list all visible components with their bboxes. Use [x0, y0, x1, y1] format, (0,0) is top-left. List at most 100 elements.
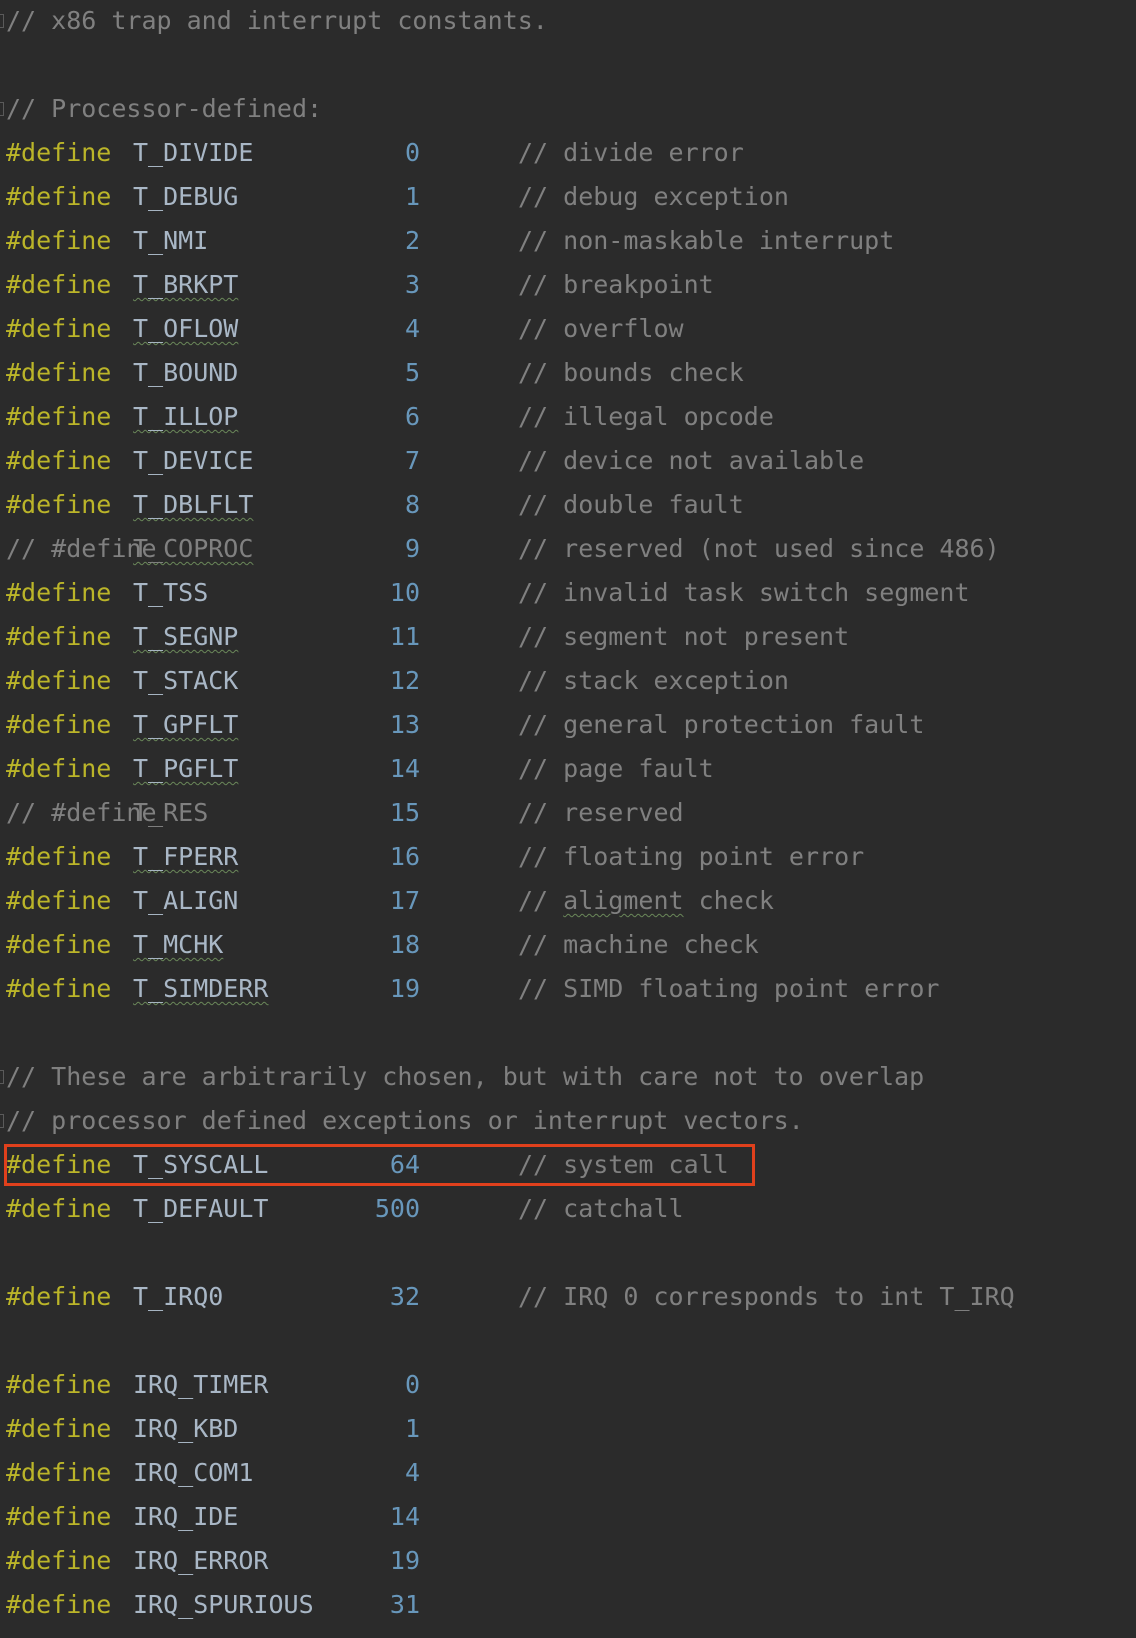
define-keyword: #define: [6, 1194, 112, 1223]
section-comment: // processor defined exceptions or inter…: [6, 1106, 804, 1135]
define-name: T_NMI: [133, 226, 209, 255]
define-value: 10: [389, 578, 420, 607]
define-keyword: #define: [6, 270, 112, 299]
define-value: 14: [389, 754, 420, 783]
define-name: T_DIVIDE: [133, 138, 254, 167]
define-name: IRQ_TIMER: [133, 1370, 269, 1399]
define-comment: // debug exception: [518, 182, 789, 211]
define-comment: // reserved (not used since 486): [518, 534, 1000, 563]
define-name: T_MCHK: [133, 930, 224, 959]
define-comment: // catchall: [518, 1194, 684, 1223]
define-line: #define T_ILLOP 6 // illegal opcode: [0, 404, 1136, 448]
fold-marker-icon[interactable]: [0, 1114, 4, 1128]
define-name: T_BRKPT: [133, 270, 239, 299]
define-name: T_SEGNP: [133, 622, 239, 651]
define-comment: // general protection fault: [518, 710, 925, 739]
define-value: 4: [404, 314, 420, 343]
section-comment-line: // Processor-defined:: [0, 96, 1136, 140]
define-comment: // non-maskable interrupt: [518, 226, 895, 255]
define-keyword: #define: [6, 666, 112, 695]
define-line: // #define T_RES 15// reserved: [0, 800, 1136, 844]
define-value: 500: [374, 1194, 420, 1223]
code-editor[interactable]: // x86 trap and interrupt constants. // P…: [0, 0, 1136, 1638]
define-keyword: #define: [6, 138, 112, 167]
section-comment-line: // These are arbitrarily chosen, but wit…: [0, 1064, 1136, 1108]
define-keyword: #define: [6, 1414, 112, 1443]
define-keyword: #define: [6, 974, 112, 1003]
syscall-highlight-box: [4, 1144, 755, 1186]
define-name: T_DEVICE: [133, 446, 254, 475]
define-line: #define T_PGFLT 14 // page fault: [0, 756, 1136, 800]
section-comment: // These are arbitrarily chosen, but wit…: [6, 1062, 925, 1091]
define-name: T_FPERR: [133, 842, 239, 871]
define-keyword: #define: [6, 182, 112, 211]
define-keyword: #define: [6, 1282, 112, 1311]
define-comment: // machine check: [518, 930, 759, 959]
define-keyword: #define: [6, 842, 112, 871]
fold-marker-icon[interactable]: [0, 102, 4, 116]
define-comment: // page fault: [518, 754, 714, 783]
define-comment: // overflow: [518, 314, 684, 343]
define-value: 18: [389, 930, 420, 959]
define-name: T_STACK: [133, 666, 239, 695]
define-line: #define T_FPERR 16 // floating point error: [0, 844, 1136, 888]
define-keyword: #define: [6, 226, 112, 255]
define-name: T_DEBUG: [133, 182, 239, 211]
define-comment: // illegal opcode: [518, 402, 774, 431]
define-comment: // aligment check: [518, 886, 774, 915]
define-value: 14: [389, 1502, 420, 1531]
header-comment-line: // x86 trap and interrupt constants.: [0, 8, 1136, 52]
define-line: #define IRQ_ERROR 19: [0, 1548, 1136, 1592]
define-line: #define T_DEBUG 1 // debug exception: [0, 184, 1136, 228]
define-value: 16: [389, 842, 420, 871]
define-name: IRQ_KBD: [133, 1414, 239, 1443]
define-comment: // reserved: [518, 798, 684, 827]
define-name: T_COPROC: [133, 534, 254, 563]
define-value: 7: [404, 446, 420, 475]
define-name: T_PGFLT: [133, 754, 239, 783]
define-comment: // breakpoint: [518, 270, 714, 299]
header-comment: // x86 trap and interrupt constants.: [6, 6, 548, 35]
define-comment: // device not available: [518, 446, 865, 475]
define-comment: // invalid task switch segment: [518, 578, 970, 607]
fold-marker-icon[interactable]: [0, 1070, 4, 1084]
define-keyword: #define: [6, 886, 112, 915]
define-comment: // segment not present: [518, 622, 850, 651]
define-keyword: #define: [6, 1502, 112, 1531]
define-value: 3: [404, 270, 420, 299]
define-value: 1: [404, 1414, 420, 1443]
define-line: #define T_BOUND 5 // bounds check: [0, 360, 1136, 404]
define-line: // #define T_COPROC 9// reserved (not used…: [0, 536, 1136, 580]
define-name: T_IRQ0: [133, 1282, 224, 1311]
define-name: T_ALIGN: [133, 886, 239, 915]
define-line: #define T_STACK 12 // stack exception: [0, 668, 1136, 712]
define-line: #define T_TSS 10 // invalid task switch seg…: [0, 580, 1136, 624]
define-comment: // SIMD floating point error: [518, 974, 940, 1003]
define-value: 1: [404, 182, 420, 211]
define-value: 11: [389, 622, 420, 651]
define-line: #define T_IRQ0 32 // IRQ 0 corresponds to i…: [0, 1284, 1136, 1328]
define-name: T_RES: [133, 798, 209, 827]
define-keyword: #define: [6, 1370, 112, 1399]
define-name: T_DEFAULT: [133, 1194, 269, 1223]
define-keyword: #define: [6, 930, 112, 959]
define-keyword: #define: [6, 358, 112, 387]
define-line: #define T_GPFLT 13 // general protection fa…: [0, 712, 1136, 756]
define-value: 6: [404, 402, 420, 431]
define-line: #define T_DBLFLT 8 // double fault: [0, 492, 1136, 536]
define-keyword: #define: [6, 490, 112, 519]
define-line: #define IRQ_IDE 14: [0, 1504, 1136, 1548]
define-keyword: #define: [6, 622, 112, 651]
define-name: T_OFLOW: [133, 314, 239, 343]
define-keyword: #define: [6, 710, 112, 739]
define-comment: // double fault: [518, 490, 744, 519]
define-name: IRQ_ERROR: [133, 1546, 269, 1575]
define-name: T_TSS: [133, 578, 209, 607]
define-keyword: #define: [6, 1590, 112, 1619]
fold-marker-icon[interactable]: [0, 14, 4, 28]
define-name: T_GPFLT: [133, 710, 239, 739]
define-comment: // bounds check: [518, 358, 744, 387]
define-line: #define T_ALIGN 17 // aligment check: [0, 888, 1136, 932]
define-keyword: #define: [6, 1458, 112, 1487]
define-line: #define T_MCHK 18 // machine check: [0, 932, 1136, 976]
